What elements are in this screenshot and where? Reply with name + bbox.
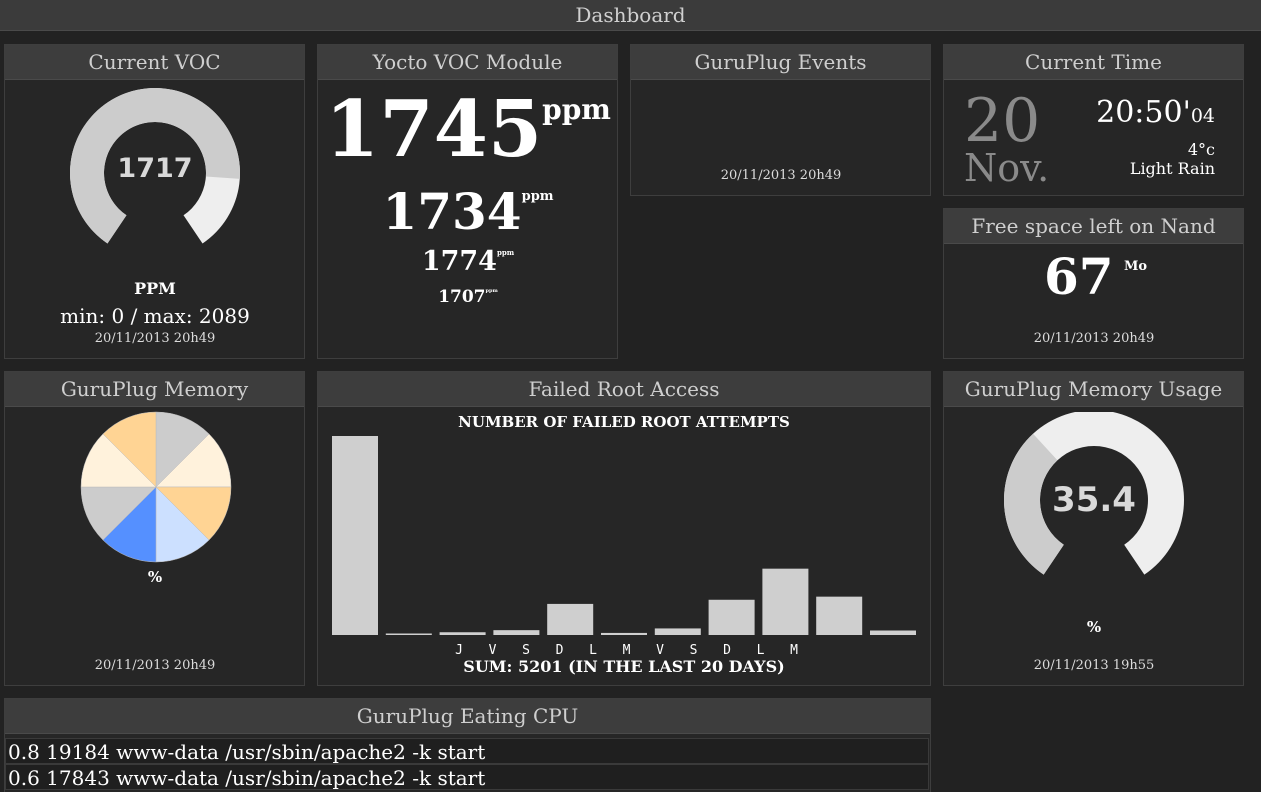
chart-bar <box>439 632 486 635</box>
guruplug-memory-widget: GuruPlug Memory % 20/11/2013 20h49 <box>4 371 305 686</box>
x-tick-label: V <box>489 643 497 658</box>
voc-reading-unit: ppm <box>485 288 498 294</box>
widget-title: GuruPlug Memory Usage <box>944 372 1243 407</box>
widget-title: GuruPlug Events <box>631 45 930 80</box>
voc-reading-1: 1745ppm <box>318 84 617 175</box>
widget-title: Failed Root Access <box>318 372 930 407</box>
x-tick-label: S <box>522 643 530 658</box>
clock-seconds: 04 <box>1190 105 1215 127</box>
widget-title: GuruPlug Memory <box>5 372 304 407</box>
day-number: 20 <box>964 86 1041 156</box>
voc-date: 20/11/2013 20h49 <box>94 331 216 346</box>
yocto-voc-widget: Yocto VOC Module 1745ppm 1734ppm 1774ppm… <box>317 44 618 359</box>
memory-pie-date: 20/11/2013 20h49 <box>94 658 216 673</box>
x-tick-label: J <box>455 643 463 658</box>
current-time-widget: Current Time 20 Nov. 20:50'04 4°c Light … <box>943 44 1244 196</box>
chart-bar <box>385 633 432 635</box>
voc-reading-unit: ppm <box>542 93 611 126</box>
nand-unit: Mo <box>1124 259 1148 274</box>
widget-title: GuruPlug Eating CPU <box>5 699 930 734</box>
voc-minmax: min: 0 / max: 2089 <box>60 304 250 328</box>
chart-bar <box>870 630 916 635</box>
weather: Light Rain <box>1129 159 1215 178</box>
chart-bar <box>601 632 647 635</box>
x-tick-label: L <box>589 643 597 658</box>
x-tick-label: D <box>556 643 564 658</box>
chart-bar <box>708 599 755 635</box>
temperature: 4°c <box>1187 140 1215 159</box>
page-title: Dashboard <box>575 3 686 27</box>
chart-bar <box>493 630 540 635</box>
events-date: 20/11/2013 20h49 <box>720 168 842 183</box>
x-tick-label: D <box>723 643 731 658</box>
voc-reading-unit: ppm <box>521 189 554 204</box>
widget-title: Current Time <box>944 45 1243 80</box>
memory-usage-date: 20/11/2013 19h55 <box>1033 658 1155 673</box>
memory-pie-label: % <box>147 568 163 586</box>
x-tick-label: M <box>623 643 631 658</box>
voc-unit: PPM <box>134 279 176 298</box>
chart-title: NUMBER OF FAILED ROOT ATTEMPTS <box>458 413 790 431</box>
voc-reading-value: 1734 <box>382 182 522 241</box>
memory-usage-widget: GuruPlug Memory Usage 35.4 % 20/11/2013 … <box>943 371 1244 686</box>
voc-reading-value: 1707 <box>438 287 486 307</box>
chart-bar <box>332 436 378 635</box>
voc-gauge <box>69 87 241 244</box>
process-row: 0.6 17843 www-data /usr/sbin/apache2 -k … <box>5 764 929 790</box>
failed-root-access-widget: Failed Root Access NUMBER OF FAILED ROOT… <box>317 371 931 686</box>
current-voc-widget: Current VOC 1717 PPM min: 0 / max: 2089 … <box>4 44 305 359</box>
process-row: 0.8 19184 www-data /usr/sbin/apache2 -k … <box>5 738 929 764</box>
voc-gauge-value: 1717 <box>117 153 193 184</box>
voc-reading-value: 1745 <box>325 84 543 175</box>
voc-reading-3: 1774ppm <box>318 245 617 279</box>
chart-bar <box>816 596 863 635</box>
x-tick-label: M <box>790 643 798 658</box>
memory-usage-unit: % <box>1086 618 1102 636</box>
x-tick-label: S <box>690 643 698 658</box>
nand-date: 20/11/2013 20h49 <box>1033 331 1155 346</box>
memory-pie-chart <box>80 411 232 563</box>
voc-reading-unit: ppm <box>496 248 515 257</box>
widget-title: Free space left on Nand <box>944 209 1243 244</box>
chart-bar <box>547 603 594 635</box>
x-tick-label: L <box>757 643 765 658</box>
failed-root-bar-chart: JVSDLMVSDLM <box>332 436 916 658</box>
clock-time: 20:50' <box>1096 95 1191 130</box>
voc-reading-value: 1774 <box>421 246 497 277</box>
voc-reading-4: 1707ppm <box>318 285 617 309</box>
memory-gauge-value: 35.4 <box>1052 480 1136 520</box>
clock: 20:50'04 <box>1096 95 1215 134</box>
widget-title: Current VOC <box>5 45 304 80</box>
chart-bar <box>762 568 809 635</box>
dashboard-header: Dashboard <box>0 0 1261 31</box>
nand-space-widget: Free space left on Nand 67 Mo 20/11/2013… <box>943 208 1244 359</box>
chart-bar <box>654 628 701 635</box>
month-name: Nov. <box>964 146 1050 190</box>
x-tick-label: V <box>656 643 664 658</box>
chart-footer: SUM: 5201 (IN THE LAST 20 DAYS) <box>463 657 785 676</box>
widget-title: Yocto VOC Module <box>318 45 617 80</box>
voc-reading-2: 1734ppm <box>318 182 617 241</box>
eating-cpu-widget: GuruPlug Eating CPU 0.8 19184 www-data /… <box>4 698 931 792</box>
nand-value: 67 <box>1044 247 1114 306</box>
guruplug-events-widget: GuruPlug Events 20/11/2013 20h49 <box>630 44 931 196</box>
